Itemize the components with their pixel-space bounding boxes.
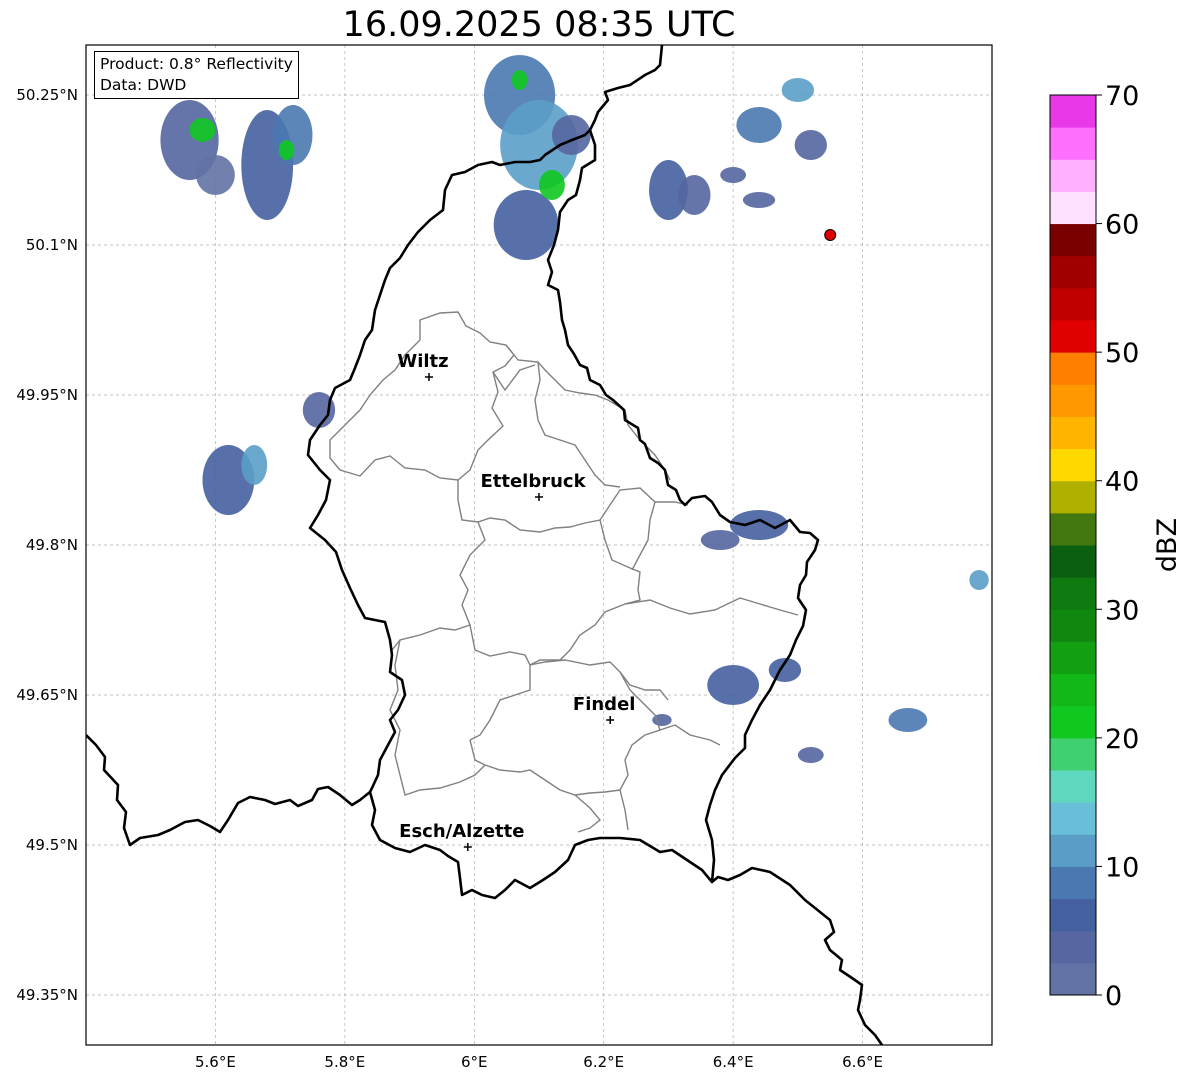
- colorbar-segment: [1050, 95, 1096, 128]
- city-label: Wiltz: [397, 351, 448, 372]
- city-label: Findel: [573, 694, 636, 715]
- colorbar-segment: [1050, 320, 1096, 353]
- echo-cell: [707, 665, 760, 705]
- echo-cell: [189, 118, 216, 142]
- echo-cell: [794, 130, 827, 160]
- colorbar-tick-label: 20: [1105, 724, 1139, 755]
- echo-cell: [678, 175, 711, 215]
- colorbar-segment: [1050, 898, 1096, 932]
- echo-cell: [969, 570, 989, 590]
- echo-cell: [511, 70, 528, 90]
- x-tick-label: 5.8°E: [324, 1053, 365, 1071]
- echo-cell: [539, 170, 565, 200]
- echo-cell: [273, 105, 313, 165]
- colorbar-segment: [1050, 223, 1096, 257]
- colorbar-segment: [1050, 512, 1096, 546]
- colorbar-label: dBZ: [1152, 518, 1183, 572]
- echo-cell: [278, 140, 295, 160]
- colorbar-tick-label: 40: [1105, 467, 1139, 498]
- echo-cell: [888, 708, 928, 732]
- colorbar-tick-label: 0: [1105, 981, 1122, 1012]
- x-tick-label: 6.2°E: [583, 1053, 624, 1071]
- y-tick-label: 50.25°N: [16, 86, 78, 104]
- y-tick-label: 49.95°N: [16, 386, 78, 404]
- colorbar-segment: [1050, 287, 1096, 321]
- product-info-box: Product: 0.8° Reflectivity Data: DWD: [94, 51, 299, 99]
- colorbar-segment: [1050, 384, 1096, 417]
- colorbar-segment: [1050, 609, 1096, 642]
- colorbar-segment: [1050, 834, 1096, 867]
- colorbar-tick-label: 50: [1105, 338, 1139, 369]
- echo-cell: [493, 190, 559, 260]
- colorbar-segment: [1050, 673, 1096, 707]
- radar-map[interactable]: 5.6°E 5.8°E 6°E 6.2°E 6.4°E 6.6°E 50.25°N 50.1°…: [0, 0, 1000, 1081]
- colorbar-segment: [1050, 159, 1096, 192]
- y-tick-label: 49.8°N: [26, 536, 78, 554]
- dbz-colorbar: 0 10 20 30 40 50 60 70 dBZ: [1049, 81, 1183, 1012]
- echo-cell: [797, 747, 824, 763]
- colorbar-segment: [1050, 480, 1096, 514]
- product-label: Product: 0.8° Reflectivity: [100, 55, 293, 73]
- colorbar-segment: [1050, 737, 1096, 771]
- colorbar-tick-label: 70: [1105, 81, 1139, 112]
- y-tick-label: 50.1°N: [26, 236, 78, 254]
- radar-site-marker: [824, 229, 837, 241]
- colorbar-segment: [1050, 962, 1096, 996]
- city-label: Esch/Alzette: [399, 821, 524, 842]
- echo-cell: [196, 155, 235, 195]
- y-tick-label: 49.65°N: [16, 686, 78, 704]
- y-tick-label: 49.5°N: [26, 836, 78, 854]
- colorbar-tick-label: 30: [1105, 595, 1139, 626]
- colorbar-segment: [1050, 448, 1096, 482]
- colorbar-segment: [1050, 416, 1096, 450]
- colorbar-segment: [1050, 770, 1096, 803]
- colorbar-segment: [1050, 641, 1096, 675]
- echo-cell: [736, 107, 782, 143]
- colorbar-segment: [1050, 191, 1096, 225]
- colorbar-segment: [1050, 352, 1096, 385]
- x-tick-label: 6°E: [461, 1053, 488, 1071]
- colorbar-segment: [1050, 577, 1096, 610]
- colorbar-segment: [1050, 866, 1096, 900]
- x-tick-label: 5.6°E: [195, 1053, 236, 1071]
- colorbar-segment: [1050, 255, 1096, 289]
- data-source-label: Data: DWD: [100, 76, 187, 94]
- colorbar-segment: [1050, 127, 1096, 160]
- echo-cell: [742, 192, 776, 208]
- colorbar-tick-label: 60: [1105, 210, 1139, 241]
- colorbar-segment: [1050, 705, 1096, 739]
- echo-cell: [720, 167, 747, 183]
- colorbar-tick-label: 10: [1105, 852, 1139, 883]
- echo-cell: [700, 530, 740, 550]
- colorbar-segment: [1050, 545, 1096, 578]
- echo-cell: [241, 445, 268, 485]
- x-tick-label: 6.4°E: [713, 1053, 754, 1071]
- city-label: Ettelbruck: [480, 471, 586, 492]
- colorbar-segment: [1050, 802, 1096, 835]
- x-tick-label: 6.6°E: [842, 1053, 883, 1071]
- colorbar-segment: [1050, 930, 1096, 964]
- echo-cell: [781, 78, 815, 102]
- y-tick-label: 49.35°N: [16, 986, 78, 1004]
